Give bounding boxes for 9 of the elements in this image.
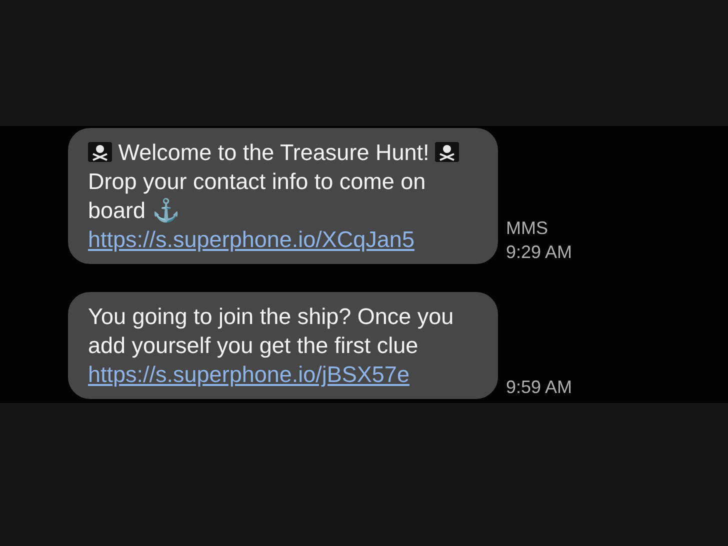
message-link[interactable]: https://s.superphone.io/jBSX57e — [88, 362, 410, 387]
message-bubble: Welcome to the Treasure Hunt! Drop your contact info to come on board ⚓ https://s.superphone.io/XCqJan5 — [68, 128, 498, 264]
message-time: 9:29 AM — [506, 241, 572, 264]
skull-flag-icon — [88, 142, 112, 162]
message-time: 9:59 AM — [506, 376, 572, 399]
message-bubble: You going to join the ship? Once you add yourself you get the first clue https://s.superphone.io/jBSX57e — [68, 292, 498, 399]
message-link[interactable]: https://s.superphone.io/XCqJan5 — [88, 227, 414, 252]
skull-flag-icon — [435, 142, 460, 162]
message-type-label: MMS — [506, 217, 549, 240]
